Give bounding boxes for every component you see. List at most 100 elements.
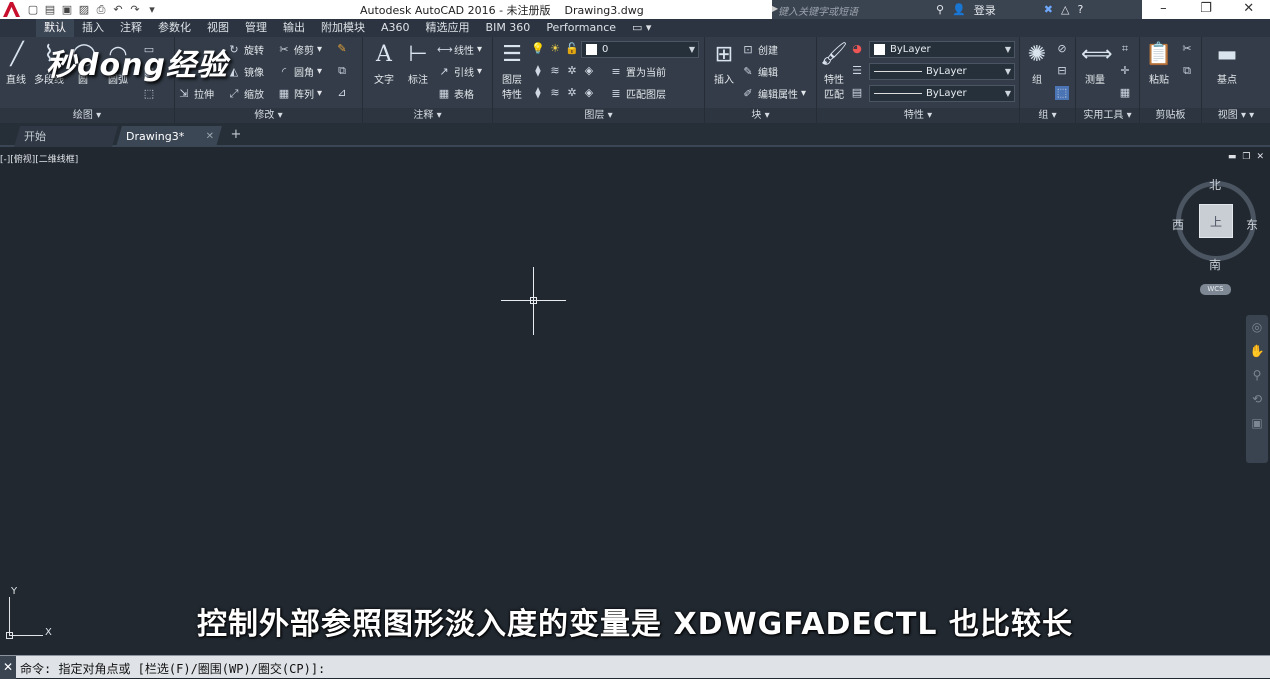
viewcube-top-face[interactable]: 上 [1199, 204, 1233, 238]
fillet-button[interactable]: ◜ 圆角 ▾ [277, 64, 322, 80]
scale-button[interactable]: ⤢ 缩放 [227, 86, 264, 102]
ribbon-tab-insert[interactable]: 插入 [74, 19, 112, 37]
layer-freeze-icon[interactable]: ✲ [565, 64, 579, 78]
search-input[interactable]: 键入关键字或短语 [772, 0, 930, 19]
copy-clip-icon[interactable]: ⧉ [1180, 64, 1194, 78]
copy-icon[interactable]: ⧉ [335, 64, 349, 78]
draw-panel-title[interactable]: 绘图 ▾ [0, 108, 174, 123]
compass-south[interactable]: 南 [1209, 256, 1221, 273]
text-button[interactable]: A 文字 [369, 41, 399, 86]
close-icon[interactable]: ✕ [1227, 0, 1270, 19]
minimize-icon[interactable]: – [1142, 0, 1185, 19]
ribbon-tab-default[interactable]: 默认 [36, 19, 74, 37]
dimension-button[interactable]: ⊢ 标注 [403, 41, 433, 86]
layers-panel-title[interactable]: 图层 ▾ [493, 108, 704, 123]
ribbon-tab-bim360[interactable]: BIM 360 [478, 19, 539, 37]
undo-icon[interactable]: ↶ [111, 3, 125, 17]
layer-thaw-icon[interactable]: ✲ [565, 86, 579, 100]
lineweight-icon[interactable]: ▤ [850, 86, 864, 100]
light-bulb-icon[interactable]: 💡 [531, 42, 545, 56]
viewport-close-icon[interactable]: ✕ [1256, 152, 1264, 162]
zoom-extents-icon[interactable]: ⚲ [1246, 363, 1268, 387]
save-icon[interactable]: ▣ [60, 3, 74, 17]
match-properties-button[interactable]: 🖌 特性 匹配 [819, 41, 849, 101]
groups-panel-title[interactable]: 组 ▾ [1020, 108, 1075, 123]
qat-dropdown-icon[interactable]: ▾ [145, 3, 159, 17]
ribbon-tab-performance[interactable]: Performance [538, 19, 624, 37]
linetype-dropdown[interactable]: ByLayer ▼ [869, 63, 1015, 80]
group-button[interactable]: ✺ 组 [1022, 41, 1052, 86]
compass-east[interactable]: 东 [1246, 216, 1258, 233]
ribbon-tab-featured-apps[interactable]: 精选应用 [418, 19, 478, 37]
color-dropdown[interactable]: ByLayer ▼ [869, 41, 1015, 58]
trim-button[interactable]: ✂ 修剪 ▾ [277, 42, 322, 58]
table-button[interactable]: ▦ 表格 [437, 86, 474, 102]
drawing-canvas[interactable]: [-][俯视][二维线框] ▬ ❐ ✕ 上 北 南 东 西 WCS ◎ ✋ ⚲ … [0, 149, 1270, 652]
linetype-icon[interactable]: ☰ [850, 64, 864, 78]
command-line[interactable]: ✕ 命令: 指定对角点或 [栏选(F)/圈围(WP)/圈交(CP)]: [0, 655, 1270, 679]
close-tab-icon[interactable]: ✕ [206, 126, 214, 147]
redo-icon[interactable]: ↷ [128, 3, 142, 17]
viewport-minimize-icon[interactable]: ▬ [1228, 152, 1237, 162]
showmotion-icon[interactable]: ▣ [1246, 411, 1268, 435]
ribbon-tab-annotate[interactable]: 注释 [112, 19, 150, 37]
line-button[interactable]: ╱ 直线 [3, 41, 29, 86]
cut-icon[interactable]: ✂ [1180, 42, 1194, 56]
erase-icon[interactable]: ✎ [335, 42, 349, 56]
layer-lock-icon[interactable]: ◈ [582, 64, 596, 78]
mirror-button[interactable]: ◭ 镜像 [227, 64, 264, 80]
a360-icon[interactable]: △ [1061, 3, 1069, 16]
view-panel-title[interactable]: 视图 ▾ ▾ [1202, 108, 1270, 123]
clipboard-panel-title[interactable]: 剪贴板 [1140, 108, 1201, 123]
block-panel-title[interactable]: 块 ▾ [705, 108, 816, 123]
rotate-button[interactable]: ↻ 旋转 [227, 42, 264, 58]
region-icon[interactable]: ⬚ [142, 87, 156, 101]
compass-west[interactable]: 西 [1172, 216, 1184, 233]
point-icon[interactable]: ✛ [1118, 64, 1132, 78]
command-line-text[interactable]: 命令: 指定对角点或 [栏选(F)/圈围(WP)/圈交(CP)]: [20, 660, 325, 677]
annotation-panel-title[interactable]: 注释 ▾ [363, 108, 492, 123]
viewport-controls-label[interactable]: [-][俯视][二维线框] [0, 152, 78, 165]
edit-block-button[interactable]: ✎ 编辑 [741, 64, 778, 80]
paste-button[interactable]: 📋 粘贴 [1144, 41, 1174, 86]
wcs-menu[interactable]: WCS [1200, 284, 1231, 295]
plot-icon[interactable]: ⎙ [94, 3, 108, 17]
user-icon[interactable]: 👤 [952, 3, 966, 16]
file-tab-start[interactable]: 开始 [14, 126, 118, 147]
layer-unlock-icon[interactable]: ◈ [582, 86, 596, 100]
command-line-close-icon[interactable]: ✕ [0, 656, 16, 679]
ribbon-tab-output[interactable]: 输出 [275, 19, 313, 37]
layer-isolate-icon[interactable]: ≋ [548, 64, 562, 78]
ribbon-tab-manage[interactable]: 管理 [237, 19, 275, 37]
compass-north[interactable]: 北 [1209, 176, 1221, 193]
restore-icon[interactable]: ❐ [1185, 0, 1228, 19]
open-icon[interactable]: ▤ [43, 3, 57, 17]
lineweight-dropdown[interactable]: ByLayer ▼ [869, 85, 1015, 102]
ribbon-tab-parametric[interactable]: 参数化 [150, 19, 199, 37]
pan-icon[interactable]: ✋ [1246, 339, 1268, 363]
new-icon[interactable]: ▢ [26, 3, 40, 17]
ungroup-icon[interactable]: ⊘ [1055, 42, 1069, 56]
create-block-button[interactable]: ⊡ 创建 [741, 42, 778, 58]
layer-dropdown[interactable]: 0 ▼ [581, 41, 699, 58]
search-expand-icon[interactable]: ▶ [772, 4, 780, 13]
stretch-button[interactable]: ⇲ 拉伸 [177, 86, 214, 102]
linear-button[interactable]: ⟷ 线性 ▾ [437, 42, 482, 58]
base-view-button[interactable]: ▬ 基点 [1210, 41, 1244, 86]
leader-button[interactable]: ↗ 引线 ▾ [437, 64, 482, 80]
edit-attributes-button[interactable]: ✐ 编辑属性 ▾ [741, 86, 806, 102]
measure-button[interactable]: ⟺ 测量 [1080, 41, 1113, 86]
ribbon-tab-addins[interactable]: 附加模块 [313, 19, 373, 37]
ribbon-tab-view[interactable]: 视图 [199, 19, 237, 37]
file-tab-drawing3[interactable]: Drawing3* ✕ [116, 126, 222, 147]
layer-on-icon[interactable]: ⧫ [531, 86, 545, 100]
set-current-button[interactable]: ≡ 置为当前 [609, 64, 666, 80]
viewcube[interactable]: 上 北 南 东 西 [1172, 176, 1260, 272]
layer-properties-button[interactable]: ☰ 图层 特性 [497, 41, 527, 101]
match-layer-button[interactable]: ≣ 匹配图层 [609, 86, 666, 102]
orbit-icon[interactable]: ⟲ [1246, 387, 1268, 411]
autocad-logo-icon[interactable] [0, 0, 24, 19]
insert-button[interactable]: ⊞ 插入 [709, 41, 739, 86]
ribbon-options-icon[interactable]: ▭ ▾ [624, 19, 659, 37]
calculator-icon[interactable]: ▦ [1118, 86, 1132, 100]
